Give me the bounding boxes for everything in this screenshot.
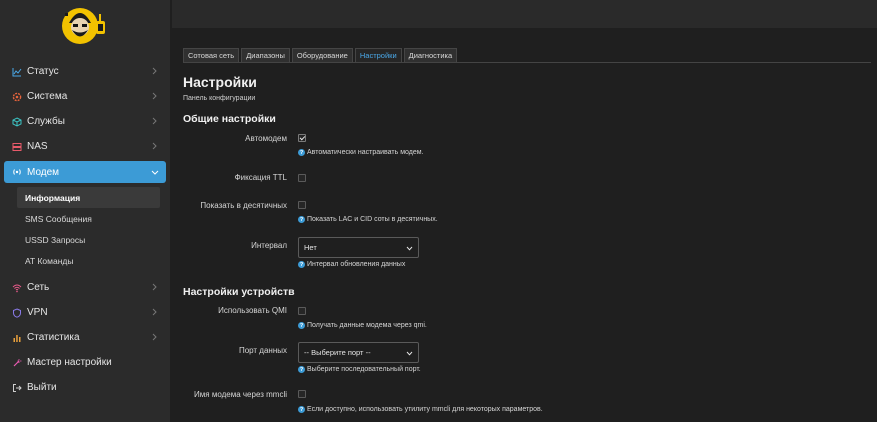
sidebar-item-modem[interactable]: Модем bbox=[4, 161, 166, 183]
sidebar-item-nas[interactable]: NAS bbox=[0, 134, 170, 159]
sidebar-item-label: Мастер настройки bbox=[27, 357, 112, 368]
chevron-right-icon bbox=[150, 67, 158, 75]
magic-wand-icon bbox=[12, 358, 22, 368]
tab-settings[interactable]: Настройки bbox=[354, 48, 402, 62]
tab-bar: Сотовая сеть Диапазоны Оборудование Наст… bbox=[183, 48, 458, 62]
hint-text: Получать данные модема через qmi. bbox=[307, 322, 427, 329]
sidebar-item-status[interactable]: Статус bbox=[0, 59, 170, 84]
sidebar-item-services[interactable]: Службы bbox=[0, 109, 170, 134]
sidebar-item-label: Сеть bbox=[27, 282, 50, 293]
wifi-icon bbox=[12, 283, 22, 293]
hint-text: Автоматически настраивать модем. bbox=[307, 149, 424, 156]
sidebar-item-logout[interactable]: Выйти bbox=[0, 375, 170, 400]
decimal-hint: ? Показать LAC и CID соты в десятичных. bbox=[298, 216, 438, 223]
section-title-general: Общие настройки bbox=[183, 113, 276, 125]
sidebar-item-system[interactable]: Система bbox=[0, 84, 170, 109]
chevron-right-icon bbox=[150, 333, 158, 341]
automodem-label: Автомодем bbox=[245, 134, 287, 143]
gear-icon bbox=[12, 92, 22, 102]
logo-icon bbox=[62, 8, 105, 44]
tab-divider bbox=[183, 62, 871, 63]
help-icon: ? bbox=[298, 366, 305, 373]
automodem-hint: ? Автоматически настраивать модем. bbox=[298, 149, 424, 156]
main-content: Сотовая сеть Диапазоны Оборудование Наст… bbox=[172, 28, 877, 422]
chevron-right-icon bbox=[150, 92, 158, 100]
sidebar-item-vpn[interactable]: VPN bbox=[0, 300, 170, 325]
chevron-right-icon bbox=[150, 283, 158, 291]
sidebar-item-label: Статус bbox=[27, 66, 59, 77]
shield-icon bbox=[12, 307, 22, 318]
ttl-checkbox[interactable] bbox=[298, 174, 306, 182]
sidebar-item-statistics[interactable]: Статистика bbox=[0, 325, 170, 350]
sidebar-item-label: Службы bbox=[27, 116, 65, 127]
sidebar-item-label: NAS bbox=[27, 141, 48, 152]
port-select[interactable]: -- Выберите порт -- bbox=[298, 342, 419, 363]
submenu-item-info[interactable]: Информация bbox=[17, 187, 160, 208]
sidebar-item-label: Выйти bbox=[27, 382, 57, 393]
help-icon: ? bbox=[298, 216, 305, 223]
page-subtitle: Панель конфигурации bbox=[183, 95, 256, 102]
chart-line-icon bbox=[12, 67, 22, 77]
chevron-right-icon bbox=[150, 117, 158, 125]
help-icon: ? bbox=[298, 322, 305, 329]
sidebar-item-label: Статистика bbox=[27, 332, 80, 343]
submenu-item-sms[interactable]: SMS Сообщения bbox=[17, 208, 160, 229]
cube-icon bbox=[12, 116, 22, 127]
port-label: Порт данных bbox=[238, 346, 287, 355]
antenna-icon bbox=[12, 167, 22, 177]
sidebar-item-setup-wizard[interactable]: Мастер настройки bbox=[0, 350, 170, 375]
page-title: Настройки bbox=[183, 74, 257, 90]
help-icon: ? bbox=[298, 406, 305, 413]
top-bar bbox=[172, 0, 877, 28]
interval-hint: ? Интервал обновления данных bbox=[298, 261, 405, 268]
logout-icon bbox=[12, 383, 22, 393]
interval-select[interactable]: Нет bbox=[298, 237, 419, 258]
hint-text: Показать LAC и CID соты в десятичных. bbox=[307, 216, 438, 223]
chevron-down-icon bbox=[406, 350, 413, 357]
help-icon: ? bbox=[298, 261, 305, 268]
sidebar-nav: Статус Система Службы NAS Модем Информац… bbox=[0, 59, 170, 400]
sidebar-item-label: Система bbox=[27, 91, 68, 102]
tab-cellular-network[interactable]: Сотовая сеть bbox=[183, 48, 240, 62]
mmcli-hint: ? Если доступно, использовать утилиту mm… bbox=[298, 406, 543, 413]
sidebar-item-network[interactable]: Сеть bbox=[0, 275, 170, 300]
interval-label: Интервал bbox=[251, 241, 287, 250]
modem-submenu: Информация SMS Сообщения USSD Запросы AT… bbox=[0, 185, 170, 275]
decimal-checkbox[interactable] bbox=[298, 201, 306, 209]
help-icon: ? bbox=[298, 149, 305, 156]
qmi-label: Использовать QMI bbox=[218, 306, 287, 315]
sidebar-item-label: Модем bbox=[27, 166, 60, 178]
submenu-item-at-commands[interactable]: AT Команды bbox=[17, 250, 160, 271]
qmi-hint: ? Получать данные модема через qmi. bbox=[298, 322, 427, 329]
interval-select-value: Нет bbox=[304, 243, 317, 252]
chevron-down-icon bbox=[151, 168, 159, 176]
tab-hardware[interactable]: Оборудование bbox=[291, 48, 353, 62]
logo bbox=[60, 5, 110, 47]
hint-text: Интервал обновления данных bbox=[307, 261, 406, 268]
automodem-checkbox[interactable] bbox=[298, 134, 306, 142]
chevron-right-icon bbox=[150, 142, 158, 150]
port-select-value: -- Выберите порт -- bbox=[304, 348, 371, 357]
server-icon bbox=[12, 142, 22, 152]
tab-bands[interactable]: Диапазоны bbox=[241, 48, 290, 62]
port-hint: ? Выберите последовательный порт. bbox=[298, 366, 421, 373]
sidebar-item-label: VPN bbox=[27, 307, 48, 318]
sidebar: Статус Система Службы NAS Модем Информац… bbox=[0, 0, 170, 422]
bar-chart-icon bbox=[12, 333, 22, 343]
ttl-label: Фиксация TTL bbox=[234, 173, 287, 182]
tab-diagnostics[interactable]: Диагностика bbox=[403, 48, 458, 62]
submenu-item-ussd[interactable]: USSD Запросы bbox=[17, 229, 160, 250]
chevron-right-icon bbox=[150, 308, 158, 316]
hint-text: Выберите последовательный порт. bbox=[307, 366, 421, 373]
mmcli-label: Имя модема через mmcli bbox=[194, 390, 287, 399]
qmi-checkbox[interactable] bbox=[298, 307, 306, 315]
section-title-device: Настройки устройств bbox=[183, 286, 295, 298]
hint-text: Если доступно, использовать утилиту mmcl… bbox=[307, 406, 543, 413]
decimal-label: Показать в десятичных bbox=[200, 201, 287, 210]
mmcli-checkbox[interactable] bbox=[298, 390, 306, 398]
chevron-down-icon bbox=[406, 245, 413, 252]
